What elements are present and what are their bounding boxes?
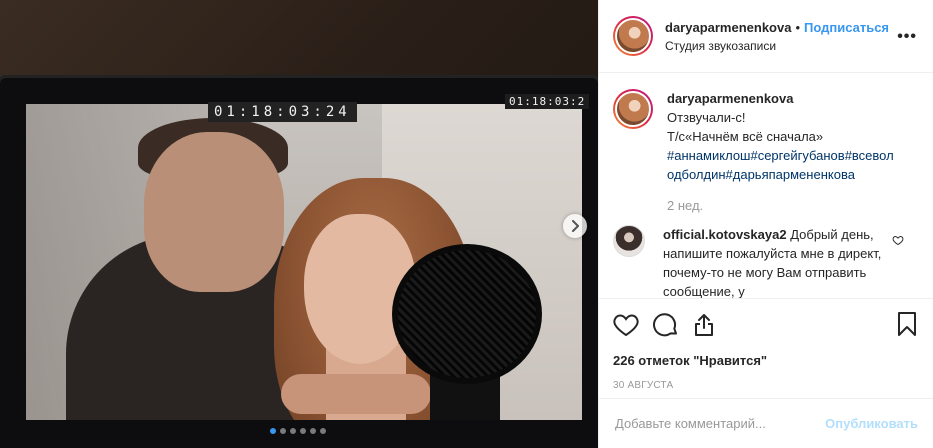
carousel-dot — [270, 428, 276, 434]
share-icon — [695, 314, 713, 336]
post-media[interactable]: 01:18:03:24 01:18:03:2 — [0, 0, 598, 448]
username-link[interactable]: daryaparmenenkova — [665, 20, 791, 35]
chevron-right-icon — [572, 220, 579, 232]
caption-body: daryaparmenenkova Отзвучали-с! Т/с«Начнё… — [667, 89, 897, 184]
heart-icon — [613, 314, 639, 337]
separator-bullet: • — [795, 19, 801, 35]
avatar[interactable] — [613, 89, 653, 129]
carousel-dot — [310, 428, 316, 434]
likes-count[interactable]: 226 отметок "Нравится" — [613, 353, 918, 368]
post-header: daryaparmenenkova • Подписаться Студия з… — [599, 0, 933, 73]
avatar-image — [615, 18, 651, 54]
carousel-dot — [300, 428, 306, 434]
follow-button[interactable]: Подписаться — [804, 20, 889, 35]
monitor-screen — [26, 104, 582, 420]
publish-button[interactable]: Опубликовать — [825, 416, 918, 431]
actor-hands — [281, 374, 431, 414]
caption-username-link[interactable]: daryaparmenenkova — [667, 89, 897, 108]
post-caption: daryaparmenenkova Отзвучали-с! Т/с«Начнё… — [613, 89, 918, 184]
share-button[interactable] — [693, 313, 715, 337]
bookmark-icon — [898, 312, 916, 336]
header-line: daryaparmenenkova • Подписаться — [665, 20, 889, 35]
comment-like-button[interactable] — [892, 233, 904, 249]
comment-body: official.kotovskaya2 Добрый день, напиши… — [663, 225, 883, 298]
actor-man-head — [144, 132, 284, 292]
studio-monitor — [0, 78, 598, 448]
heart-icon — [892, 235, 904, 246]
carousel-indicator — [270, 428, 326, 434]
carousel-next-button[interactable] — [563, 214, 587, 238]
like-button[interactable] — [613, 313, 639, 337]
caption-text-line: Т/с«Начнём всё сначала» — [667, 129, 824, 144]
more-options-button[interactable]: ••• — [897, 28, 917, 46]
timecode-display: 01:18:03:24 — [208, 102, 357, 122]
caption-text-line: Отзвучали-с! — [667, 110, 746, 125]
comment-icon — [653, 313, 677, 337]
post-actions: 226 отметок "Нравится" 30 августа — [599, 298, 933, 398]
comment-input[interactable] — [615, 416, 825, 431]
caption-hashtags[interactable]: #аннамиклош#сергейгубанов#всеволодболдин… — [667, 146, 897, 184]
comment-username-link[interactable]: official.kotovskaya2 — [663, 227, 787, 242]
action-icons — [613, 311, 918, 339]
avatar-image — [615, 91, 651, 127]
avatar[interactable] — [613, 16, 653, 56]
timecode-display-small: 01:18:03:2 — [505, 94, 590, 109]
caption-timestamp[interactable]: 2 нед. — [667, 198, 918, 213]
add-comment-form: Опубликовать — [599, 398, 933, 448]
location-link[interactable]: Студия звукозаписи — [665, 39, 889, 53]
microphone-pop-filter — [398, 250, 536, 378]
post-sidebar: daryaparmenenkova • Подписаться Студия з… — [598, 0, 933, 448]
commenter-avatar[interactable] — [613, 225, 645, 257]
carousel-dot — [290, 428, 296, 434]
comments-area[interactable]: daryaparmenenkova Отзвучали-с! Т/с«Начнё… — [599, 73, 933, 298]
carousel-dot — [320, 428, 326, 434]
save-button[interactable] — [896, 311, 918, 340]
carousel-dot — [280, 428, 286, 434]
post-date[interactable]: 30 августа — [613, 380, 918, 391]
list-item: official.kotovskaya2 Добрый день, напиши… — [613, 225, 918, 298]
header-text: daryaparmenenkova • Подписаться Студия з… — [665, 20, 889, 53]
comment-button[interactable] — [653, 312, 679, 338]
